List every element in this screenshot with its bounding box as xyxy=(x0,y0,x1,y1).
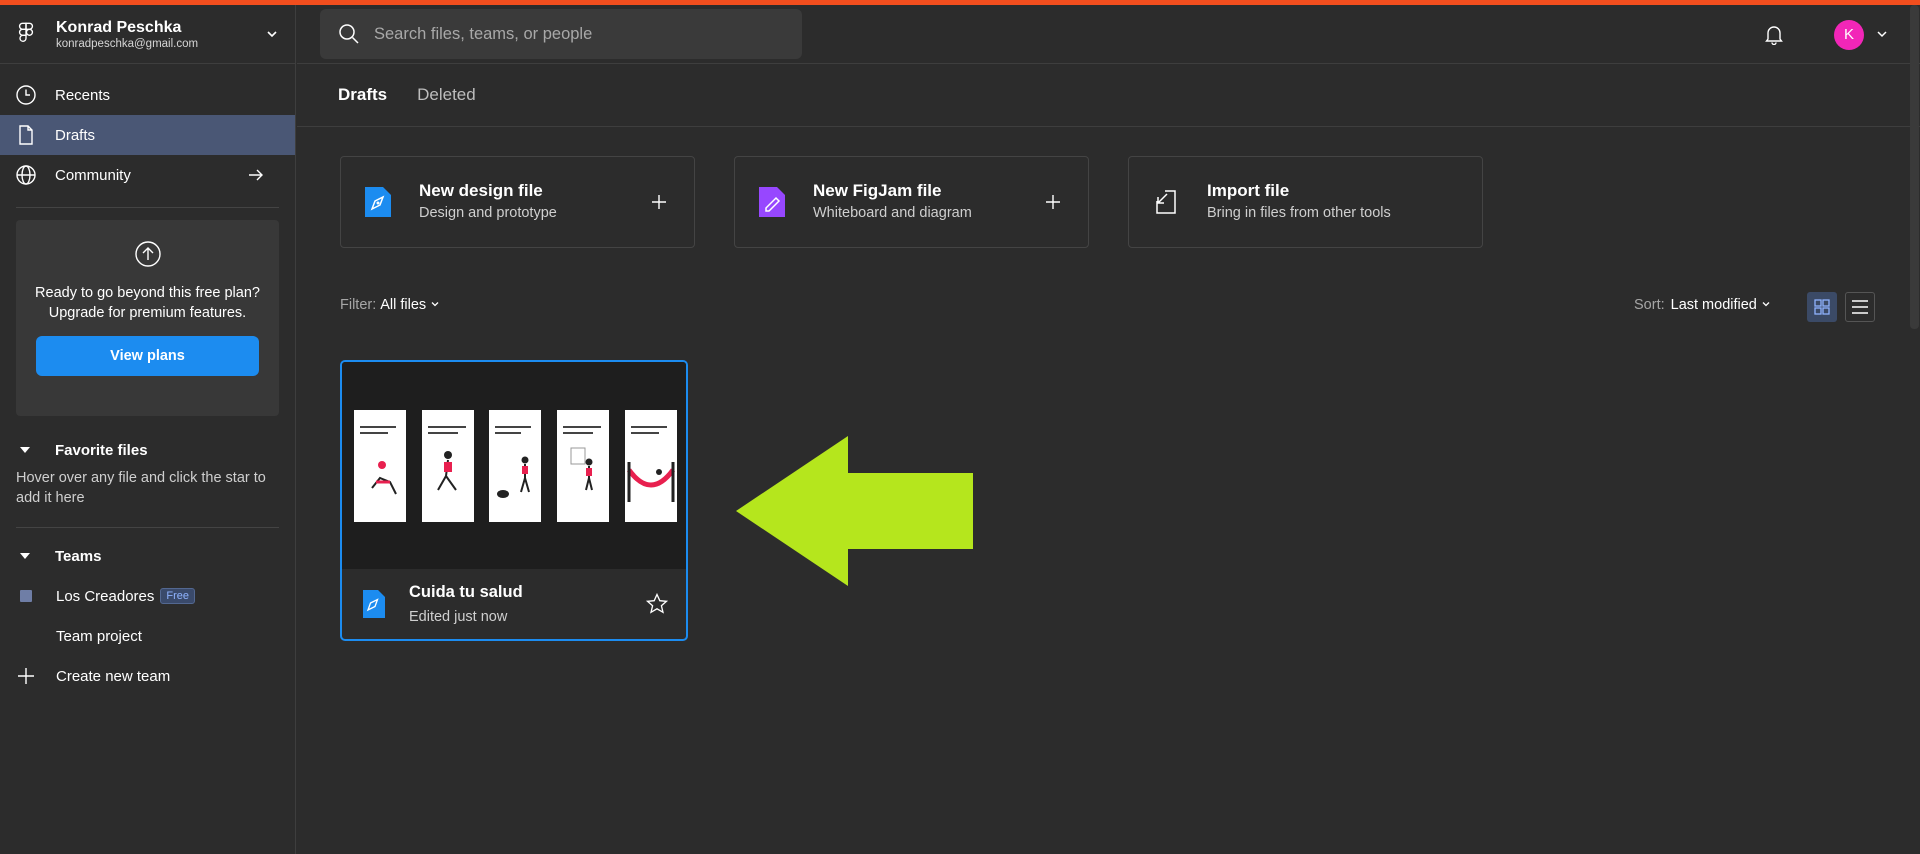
tab-deleted[interactable]: Deleted xyxy=(417,85,476,105)
sidebar-item-recents[interactable]: Recents xyxy=(0,75,295,115)
thumbnail-frame xyxy=(625,410,677,522)
globe-icon xyxy=(16,165,36,185)
file-thumbnail xyxy=(342,362,686,569)
grid-view-button[interactable] xyxy=(1807,292,1837,322)
team-color-swatch xyxy=(20,590,32,602)
chevron-down-icon xyxy=(267,31,277,38)
thumbnail-frame xyxy=(489,410,541,522)
create-card-subtitle: Bring in files from other tools xyxy=(1207,205,1391,221)
sidebar-item-label: Community xyxy=(55,166,131,184)
plus-icon xyxy=(1046,195,1060,209)
sort-value: Last modified xyxy=(1670,297,1757,313)
top-toolbar: K xyxy=(297,5,1920,64)
figma-logo-icon xyxy=(18,22,34,42)
create-card-title: Import file xyxy=(1207,181,1290,200)
tab-bar: Drafts Deleted xyxy=(297,64,1920,127)
illustration-icon xyxy=(626,462,676,502)
file-name: Cuida tu salud xyxy=(409,583,523,601)
team-project-label: Team project xyxy=(56,627,142,645)
favorite-files-header[interactable]: Favorite files xyxy=(0,438,295,462)
arrow-up-circle-icon xyxy=(134,241,161,267)
list-icon xyxy=(1852,300,1868,314)
account-name: Konrad Peschka xyxy=(56,18,182,36)
upgrade-text: Ready to go beyond this free plan? Upgra… xyxy=(35,285,260,321)
create-new-team-button[interactable]: Create new team xyxy=(0,656,295,696)
teams-title: Teams xyxy=(55,547,102,565)
sidebar: Konrad Peschka konradpeschka@gmail.com R… xyxy=(0,5,296,854)
figjam-file-icon xyxy=(759,187,785,217)
sidebar-item-label: Drafts xyxy=(55,126,96,144)
filter-dropdown[interactable]: Filter: All files xyxy=(340,297,440,313)
file-icon xyxy=(19,125,33,145)
new-design-file-button[interactable]: New design file Design and prototype xyxy=(340,156,695,248)
sidebar-item-community[interactable]: Community xyxy=(0,155,295,195)
search-box[interactable] xyxy=(320,9,802,59)
star-icon[interactable] xyxy=(645,592,669,616)
triangle-down-icon xyxy=(20,553,30,559)
chevron-down-icon xyxy=(1762,302,1770,307)
illustration-icon xyxy=(437,451,457,491)
chevron-down-icon xyxy=(431,302,439,307)
search-icon xyxy=(339,24,359,44)
create-card-subtitle: Whiteboard and diagram xyxy=(813,205,972,221)
favorite-files-title: Favorite files xyxy=(55,441,148,459)
sidebar-divider xyxy=(16,207,279,208)
create-card-title: New FigJam file xyxy=(813,181,942,200)
thumbnail-frame xyxy=(422,410,474,522)
scrollbar[interactable] xyxy=(1910,5,1919,329)
create-actions: New design file Design and prototype New… xyxy=(340,156,1522,248)
plus-icon xyxy=(18,668,34,684)
team-item-team-project[interactable]: Team project xyxy=(0,616,295,656)
search-input[interactable] xyxy=(374,24,774,44)
upgrade-panel: Ready to go beyond this free plan? Upgra… xyxy=(16,220,279,416)
create-card-subtitle: Design and prototype xyxy=(419,205,557,221)
sidebar-item-drafts[interactable]: Drafts xyxy=(0,115,295,155)
teams-header[interactable]: Teams xyxy=(0,544,295,568)
avatar[interactable]: K xyxy=(1834,20,1864,50)
import-icon xyxy=(1156,190,1176,214)
view-plans-button[interactable]: View plans xyxy=(36,336,259,376)
illustration-icon xyxy=(497,456,530,498)
grid-icon xyxy=(1814,299,1830,315)
tab-drafts[interactable]: Drafts xyxy=(338,85,387,105)
list-view-button[interactable] xyxy=(1845,292,1875,322)
team-item-los-creadores[interactable]: Los Creadores Free xyxy=(0,576,295,616)
main-content: K Drafts Deleted New design file Design … xyxy=(297,5,1920,854)
filter-label: Filter: xyxy=(340,297,377,313)
sort-label: Sort: xyxy=(1634,297,1665,313)
thumbnail-frame xyxy=(557,410,609,522)
create-new-team-label: Create new team xyxy=(56,667,171,685)
design-file-icon xyxy=(363,590,385,618)
illustration-icon xyxy=(570,447,593,491)
new-figjam-file-button[interactable]: New FigJam file Whiteboard and diagram xyxy=(734,156,1089,248)
design-file-icon xyxy=(365,187,391,217)
team-name: Los Creadores xyxy=(56,587,155,605)
arrow-right-icon xyxy=(249,169,263,181)
favorite-files-hint: Hover over any file and click the star t… xyxy=(16,470,266,506)
thumbnail-frame xyxy=(354,410,406,522)
filter-value: All files xyxy=(380,297,427,313)
import-file-button[interactable]: Import file Bring in files from other to… xyxy=(1128,156,1483,248)
clock-icon xyxy=(16,85,36,105)
file-info: Cuida tu salud Edited just now xyxy=(342,569,686,639)
account-switcher[interactable]: Konrad Peschka konradpeschka@gmail.com xyxy=(0,5,295,64)
sort-dropdown[interactable]: Sort: Last modified xyxy=(1634,297,1771,313)
triangle-down-icon xyxy=(20,447,30,453)
sidebar-item-label: Recents xyxy=(55,86,111,104)
plan-badge: Free xyxy=(160,588,196,604)
plus-icon xyxy=(652,195,666,209)
bell-icon[interactable] xyxy=(1763,23,1785,45)
arrow-left-icon xyxy=(736,436,973,586)
create-card-title: New design file xyxy=(419,181,543,200)
sidebar-divider xyxy=(16,527,279,528)
account-email: konradpeschka@gmail.com xyxy=(56,37,199,50)
illustration-icon xyxy=(371,461,397,495)
chevron-down-icon[interactable] xyxy=(1876,28,1888,40)
file-edited-time: Edited just now xyxy=(409,609,508,625)
file-card[interactable]: Cuida tu salud Edited just now xyxy=(340,360,688,641)
